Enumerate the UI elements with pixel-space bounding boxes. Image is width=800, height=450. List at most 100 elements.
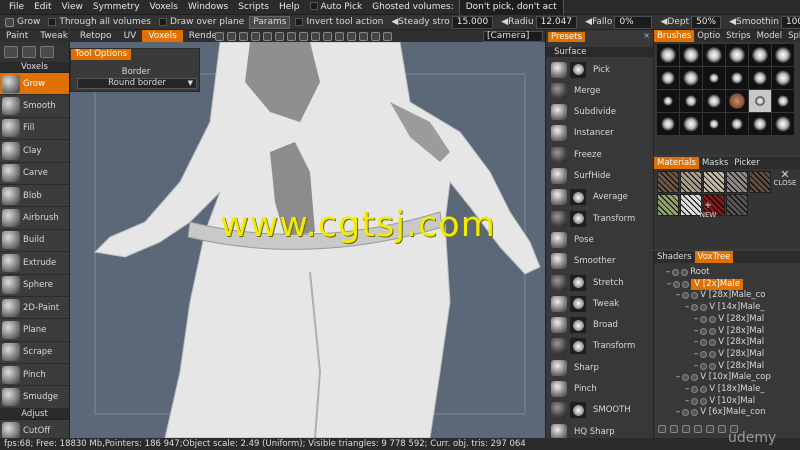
- tool-2d-paint[interactable]: 2D-Paint: [0, 296, 69, 320]
- draw-over-plane-checkbox[interactable]: [158, 18, 167, 26]
- brush-thumbnail[interactable]: [749, 90, 771, 112]
- draw-over-plane-toggle[interactable]: Draw over plane: [156, 16, 247, 29]
- menu-file[interactable]: File: [4, 0, 29, 15]
- brush-thumbnail[interactable]: [749, 113, 771, 135]
- radius-field[interactable]: 12.047: [535, 15, 578, 29]
- merge-icon[interactable]: [706, 425, 714, 433]
- preset-freeze[interactable]: Freeze: [546, 144, 654, 165]
- eye-icon[interactable]: [682, 374, 690, 382]
- brush-thumbnail[interactable]: [726, 67, 748, 89]
- voxtree-item[interactable]: – V [14x]Male_: [685, 302, 765, 313]
- brush-thumbnail[interactable]: [680, 90, 702, 112]
- preset-pose[interactable]: Pose: [546, 229, 654, 250]
- up-icon[interactable]: [718, 425, 726, 433]
- material-swatch[interactable]: [657, 171, 679, 193]
- menu-voxels[interactable]: Voxels: [145, 0, 183, 15]
- auto-pick-checkbox[interactable]: [309, 2, 318, 10]
- preset-pick[interactable]: Pick: [546, 59, 654, 80]
- menu-help[interactable]: Help: [274, 0, 305, 15]
- expand-icon[interactable]: –: [676, 407, 680, 418]
- expand-icon[interactable]: –: [694, 337, 698, 348]
- tool-pinch[interactable]: Pinch: [0, 364, 69, 387]
- tab-voxels[interactable]: Voxels: [142, 30, 183, 42]
- material-swatch[interactable]: [657, 194, 679, 216]
- folder-icon[interactable]: [682, 425, 690, 433]
- material-swatch[interactable]: [726, 171, 748, 193]
- steady-stroke-field[interactable]: 15.000: [451, 15, 494, 29]
- voxtree-item[interactable]: – V [28x]Mal: [694, 326, 764, 337]
- preset-average[interactable]: Average: [546, 187, 654, 208]
- through-all-volumes-toggle[interactable]: Through all volumes: [45, 16, 154, 29]
- voxtree-item[interactable]: – V [28x]Mal: [694, 314, 764, 325]
- menu-view[interactable]: View: [57, 0, 88, 15]
- tool-smooth[interactable]: Smooth: [0, 95, 69, 118]
- tool-scrape[interactable]: Scrape: [0, 341, 69, 365]
- ghost-icon[interactable]: [700, 386, 708, 393]
- material-swatch[interactable]: [703, 171, 725, 193]
- voxtree-item[interactable]: – V [18x]Male_: [685, 384, 765, 395]
- brush-thumbnail[interactable]: [703, 113, 725, 135]
- preset-stretch[interactable]: Stretch: [546, 272, 654, 293]
- new-material-button[interactable]: + NEW: [698, 200, 718, 219]
- brush-thumbnail[interactable]: [772, 113, 794, 135]
- expand-icon[interactable]: –: [694, 349, 698, 360]
- brush-thumbnail[interactable]: [657, 67, 679, 89]
- ghosted-volumes-select[interactable]: Don't pick, don't act: [458, 0, 564, 16]
- ghost-icon[interactable]: [709, 339, 717, 347]
- zoom-icon[interactable]: [251, 31, 260, 41]
- menu-edit[interactable]: Edit: [29, 0, 56, 15]
- ghost-icon[interactable]: [681, 269, 689, 276]
- tab-brushes[interactable]: Brushes: [654, 30, 695, 42]
- expand-icon[interactable]: –: [667, 279, 671, 290]
- add-layer-icon[interactable]: [658, 425, 666, 433]
- ghost-icon[interactable]: [700, 397, 708, 405]
- frame-icon[interactable]: [263, 31, 272, 41]
- close-icon[interactable]: ×: [643, 31, 650, 40]
- sphere-icon[interactable]: [335, 31, 344, 41]
- depth-control[interactable]: ◀ Dept 50%: [657, 15, 724, 29]
- material-swatch[interactable]: [749, 171, 771, 193]
- grow-indicator[interactable]: Grow: [2, 16, 43, 29]
- brush-thumbnail[interactable]: [657, 44, 679, 66]
- tool-sphere[interactable]: Sphere: [0, 274, 69, 297]
- tool-smudge[interactable]: Smudge: [0, 386, 69, 409]
- steady-stroke-control[interactable]: ◀ Steady stro 15.000: [388, 15, 496, 29]
- brush-thumbnail[interactable]: [703, 67, 725, 89]
- tool-clay[interactable]: Clay: [0, 140, 69, 163]
- expand-icon[interactable]: –: [694, 326, 698, 337]
- tab-shaders[interactable]: Shaders: [654, 251, 695, 263]
- tab-uv[interactable]: UV: [118, 30, 143, 42]
- preset-sharp[interactable]: Sharp: [546, 357, 654, 378]
- eye-icon[interactable]: [673, 280, 681, 288]
- ghost-icon[interactable]: [691, 374, 699, 382]
- grid-icon[interactable]: [275, 31, 284, 41]
- preset-instancer[interactable]: Instancer: [546, 123, 654, 144]
- rotate-icon[interactable]: [239, 31, 248, 41]
- ghost-icon[interactable]: [709, 350, 717, 358]
- tab-tweak[interactable]: Tweak: [34, 30, 74, 42]
- tab-strips[interactable]: Strips: [723, 30, 753, 42]
- brush-thumbnail[interactable]: [726, 44, 748, 66]
- eye-icon[interactable]: [682, 409, 690, 417]
- menu-windows[interactable]: Windows: [183, 0, 233, 15]
- brush-thumbnail[interactable]: [680, 44, 702, 66]
- eye-icon[interactable]: [682, 292, 690, 300]
- tab-options[interactable]: Optio: [694, 30, 723, 42]
- eye-icon[interactable]: [691, 304, 699, 312]
- eye-icon[interactable]: [691, 386, 699, 393]
- radius-control[interactable]: ◀ Radiu 12.047: [498, 15, 580, 29]
- tab-paint[interactable]: Paint: [0, 30, 34, 42]
- tab-presets[interactable]: Presets: [548, 32, 585, 42]
- brush-thumbnail[interactable]: [749, 44, 771, 66]
- layers-icon[interactable]: [22, 46, 36, 58]
- eye-icon[interactable]: [700, 339, 708, 347]
- preset-pinch[interactable]: Pinch: [546, 379, 654, 400]
- text-tool-icon[interactable]: [4, 46, 18, 58]
- brush-thumbnail[interactable]: [726, 113, 748, 135]
- preset-surfhide[interactable]: SurfHide: [546, 166, 654, 187]
- eye-icon[interactable]: [700, 315, 708, 323]
- cube-icon[interactable]: [323, 31, 332, 41]
- voxtree-item[interactable]: – V [28x]Male_co: [676, 290, 766, 301]
- shade-icon[interactable]: [311, 31, 320, 41]
- leaf-icon[interactable]: [40, 46, 54, 58]
